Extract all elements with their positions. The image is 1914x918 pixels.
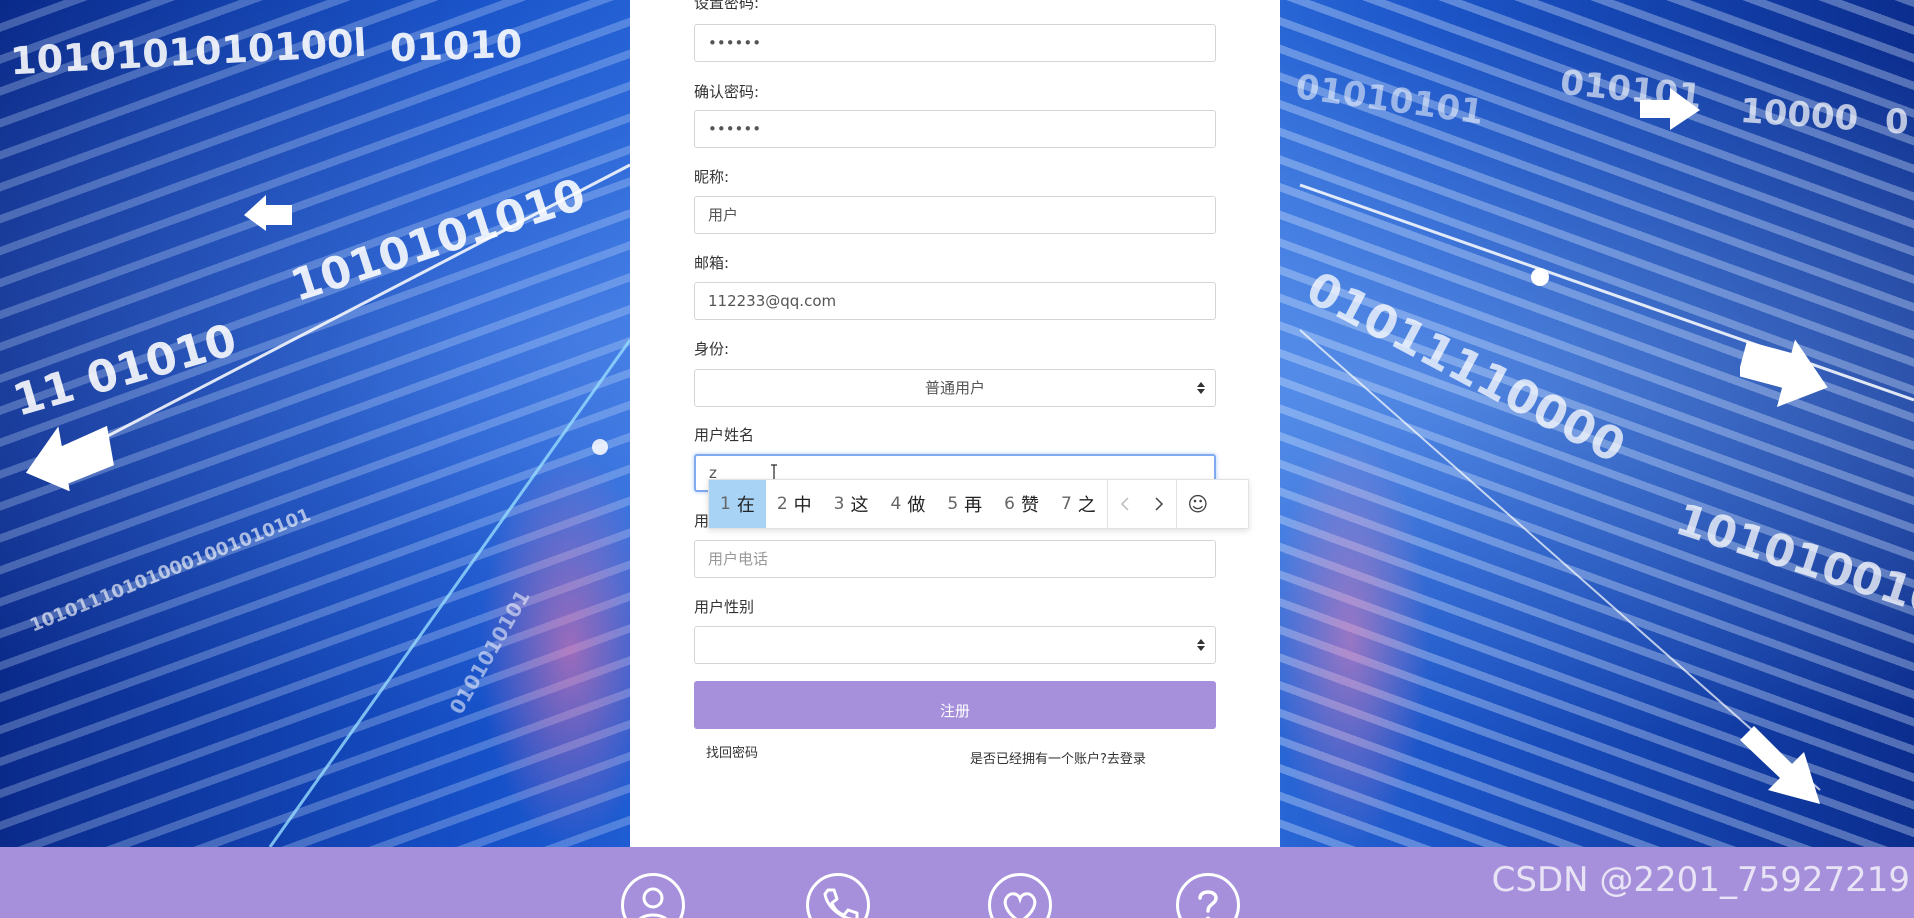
confirm-password-label: 确认密码: (694, 83, 760, 101)
ime-candidate-char: 这 (850, 495, 869, 516)
ime-candidate[interactable]: 5 再 (936, 480, 993, 528)
phone-icon[interactable] (806, 873, 870, 918)
identity-select[interactable]: 普通用户 (694, 369, 1216, 407)
set-password-input[interactable]: •••••• (694, 24, 1216, 62)
register-panel: 设置密码: •••••• 确认密码: •••••• 昵称: 用户 邮箱: 112… (630, 0, 1280, 847)
ime-candidate-number: 7 (1060, 494, 1072, 514)
ime-candidate[interactable]: 6 赞 (993, 480, 1050, 528)
ime-candidate-number: 2 (776, 494, 788, 514)
arrow-right-icon (1640, 88, 1700, 130)
ime-candidate-number: 1 (720, 494, 731, 514)
arrow-left-icon (244, 195, 292, 231)
identity-select-value: 普通用户 (924, 379, 985, 397)
ime-candidate[interactable]: 1 在 (709, 480, 766, 528)
real-name-label: 用户姓名 (694, 426, 755, 444)
recover-password-link[interactable]: 找回密码 (706, 742, 758, 761)
set-password-label: 设置密码: (694, 0, 760, 12)
arrow-right-icon (1740, 339, 1828, 408)
ime-candidate-window: 1 在 2 中 3 这 4 做 5 再 6 赞 7 之 ☺ (708, 479, 1249, 529)
smiley-icon[interactable]: ☺ (1177, 480, 1219, 528)
chevron-left-icon[interactable] (1108, 480, 1142, 528)
updown-caret-icon (1197, 639, 1205, 651)
ime-candidate-char: 之 (1077, 495, 1096, 516)
arrow-left-icon (25, 425, 114, 491)
phone-input[interactable]: 用户电话 (694, 540, 1216, 578)
ime-candidate-char: 中 (793, 495, 812, 516)
help-icon[interactable] (1176, 873, 1240, 918)
email-label: 邮箱: (694, 254, 730, 272)
email-input[interactable]: 112233@qq.com (694, 282, 1216, 320)
confirm-password-input[interactable]: •••••• (694, 110, 1216, 148)
nickname-input[interactable]: 用户 (694, 196, 1216, 234)
updown-caret-icon (1197, 382, 1205, 394)
gender-select[interactable] (694, 626, 1216, 664)
chevron-right-icon[interactable] (1142, 480, 1176, 528)
ime-candidate-number: 5 (947, 494, 959, 514)
go-login-link[interactable]: 是否已经拥有一个账户?去登录 (970, 748, 1146, 767)
ime-candidate-number: 3 (833, 494, 845, 514)
user-icon[interactable] (621, 873, 685, 918)
watermark-text: CSDN @2201_75927219 (1491, 860, 1910, 900)
ime-candidate[interactable]: 3 这 (823, 480, 880, 528)
ime-candidate-char: 在 (736, 495, 755, 516)
heart-icon[interactable] (988, 873, 1052, 918)
gender-label: 用户性别 (694, 598, 755, 616)
ime-candidate[interactable]: 7 之 (1050, 480, 1107, 528)
ime-candidate-number: 4 (890, 494, 902, 514)
ime-candidate-char: 做 (907, 495, 926, 516)
ime-candidate-number: 6 (1004, 494, 1015, 514)
identity-label: 身份: (694, 340, 730, 358)
ime-candidate-char: 再 (964, 495, 983, 516)
ime-candidate[interactable]: 4 做 (879, 480, 936, 528)
register-button[interactable]: 注册 (694, 681, 1216, 729)
arrow-down-right-icon (1740, 726, 1820, 804)
ime-candidate[interactable]: 2 中 (766, 480, 823, 528)
ime-candidate-char: 赞 (1020, 495, 1039, 516)
nickname-label: 昵称: (694, 168, 730, 186)
